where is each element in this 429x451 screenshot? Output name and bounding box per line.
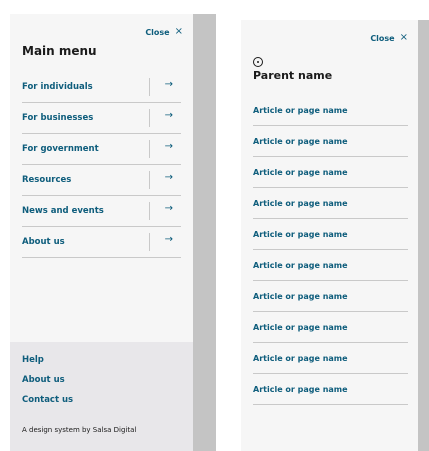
menu-item-label: For individuals bbox=[22, 82, 93, 92]
menu-item-label: News and events bbox=[22, 206, 104, 216]
article-list: Article or page name Article or page nam… bbox=[253, 95, 408, 405]
article-link: Article or page name bbox=[253, 136, 348, 146]
main-menu-panel: Close × Main menu For individuals → For … bbox=[10, 14, 193, 451]
right-page-overlay bbox=[418, 20, 429, 451]
arrow-right-icon[interactable]: → bbox=[165, 111, 173, 121]
menu-item-about-us[interactable]: About us → bbox=[22, 227, 181, 258]
menu-item-for-government[interactable]: For government → bbox=[22, 134, 181, 165]
menu-item-label: About us bbox=[22, 237, 65, 247]
menu-item-label: For government bbox=[22, 144, 99, 154]
close-button[interactable]: Close × bbox=[370, 33, 408, 43]
list-item[interactable]: Article or page name bbox=[253, 374, 408, 405]
list-item[interactable]: Article or page name bbox=[253, 126, 408, 157]
submenu-panel: Close × Parent name Article or page name… bbox=[241, 20, 418, 451]
arrow-right-icon[interactable]: → bbox=[165, 142, 173, 152]
list-item[interactable]: Article or page name bbox=[253, 219, 408, 250]
arrow-right-icon[interactable]: → bbox=[165, 80, 173, 90]
close-label: Close bbox=[145, 27, 170, 37]
arrow-right-icon[interactable]: → bbox=[165, 235, 173, 245]
main-menu-list: For individuals → For businesses → For g… bbox=[22, 72, 181, 258]
left-page-overlay bbox=[193, 14, 216, 451]
arrow-right-icon[interactable]: → bbox=[165, 173, 173, 183]
menu-title: Main menu bbox=[22, 44, 97, 58]
menu-item-label: For businesses bbox=[22, 113, 94, 123]
article-link: Article or page name bbox=[253, 353, 348, 363]
footer-link-about-us[interactable]: About us bbox=[22, 375, 65, 385]
list-item[interactable]: Article or page name bbox=[253, 343, 408, 374]
list-item[interactable]: Article or page name bbox=[253, 250, 408, 281]
article-link: Article or page name bbox=[253, 229, 348, 239]
menu-item-divider bbox=[149, 202, 150, 220]
list-item[interactable]: Article or page name bbox=[253, 157, 408, 188]
arrow-right-icon[interactable]: → bbox=[165, 204, 173, 214]
back-icon[interactable] bbox=[253, 57, 263, 67]
list-item[interactable]: Article or page name bbox=[253, 95, 408, 126]
article-link: Article or page name bbox=[253, 291, 348, 301]
list-item[interactable]: Article or page name bbox=[253, 188, 408, 219]
footer-link-contact-us[interactable]: Contact us bbox=[22, 395, 73, 405]
list-item[interactable]: Article or page name bbox=[253, 312, 408, 343]
close-button[interactable]: Close × bbox=[145, 27, 183, 37]
article-link: Article or page name bbox=[253, 198, 348, 208]
menu-item-divider bbox=[149, 171, 150, 189]
menu-item-divider bbox=[149, 109, 150, 127]
close-icon: × bbox=[174, 26, 183, 37]
menu-item-divider bbox=[149, 140, 150, 158]
menu-item-for-businesses[interactable]: For businesses → bbox=[22, 103, 181, 134]
list-item[interactable]: Article or page name bbox=[253, 281, 408, 312]
close-label: Close bbox=[370, 33, 395, 43]
footer-credit: A design system by Salsa Digital bbox=[22, 426, 137, 434]
menu-footer: Help About us Contact us A design system… bbox=[10, 342, 193, 451]
menu-item-resources[interactable]: Resources → bbox=[22, 165, 181, 196]
menu-item-news-and-events[interactable]: News and events → bbox=[22, 196, 181, 227]
menu-item-divider bbox=[149, 233, 150, 251]
article-link: Article or page name bbox=[253, 167, 348, 177]
article-link: Article or page name bbox=[253, 384, 348, 394]
menu-item-divider bbox=[149, 78, 150, 96]
article-link: Article or page name bbox=[253, 260, 348, 270]
close-icon: × bbox=[399, 32, 408, 43]
menu-item-for-individuals[interactable]: For individuals → bbox=[22, 72, 181, 103]
article-link: Article or page name bbox=[253, 322, 348, 332]
parent-title: Parent name bbox=[253, 69, 333, 82]
article-link: Article or page name bbox=[253, 105, 348, 115]
footer-link-help[interactable]: Help bbox=[22, 355, 44, 365]
menu-item-label: Resources bbox=[22, 175, 72, 185]
